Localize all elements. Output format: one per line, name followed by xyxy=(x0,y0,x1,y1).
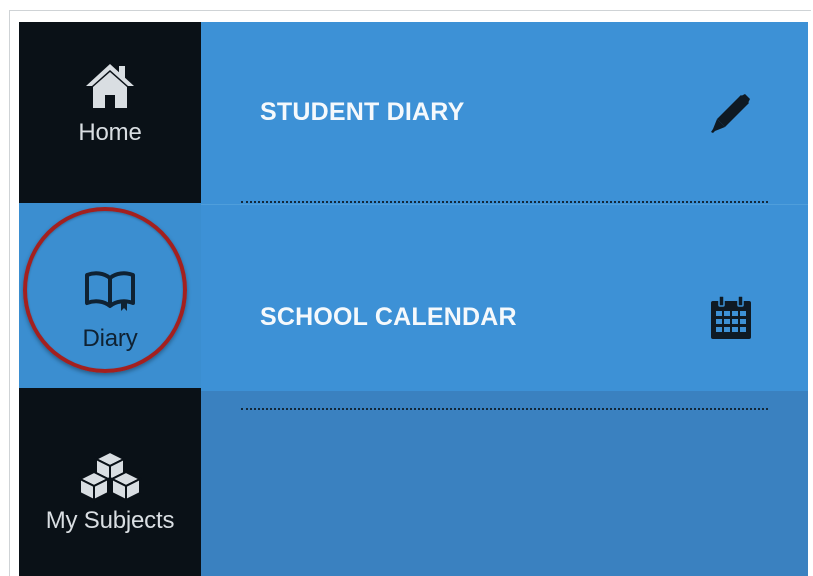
sidebar: Home Diary My Subjects xyxy=(19,22,201,576)
menu-item-label: STUDENT DIARY xyxy=(260,98,465,126)
menu-item-school-calendar[interactable]: SCHOOL CALENDAR xyxy=(201,204,808,410)
book-icon xyxy=(85,271,135,311)
sidebar-item-label: My Subjects xyxy=(45,507,175,534)
sidebar-item-label: Diary xyxy=(82,325,138,352)
cubes-icon xyxy=(78,450,142,502)
calendar-icon xyxy=(711,296,751,339)
diary-menu-panel: STUDENT DIARY SCHOOL CALENDAR xyxy=(201,22,808,576)
sidebar-item-home[interactable]: Home xyxy=(19,22,201,203)
menu-divider xyxy=(241,408,768,410)
home-icon xyxy=(86,64,134,108)
menu-item-student-diary[interactable]: STUDENT DIARY xyxy=(201,22,808,204)
menu-divider xyxy=(241,201,768,203)
pen-icon xyxy=(711,94,750,133)
sidebar-item-my-subjects[interactable]: My Subjects xyxy=(19,388,201,576)
sidebar-item-diary[interactable]: Diary xyxy=(19,203,201,388)
menu-item-label: SCHOOL CALENDAR xyxy=(260,303,517,331)
sidebar-item-label: Home xyxy=(78,119,142,146)
